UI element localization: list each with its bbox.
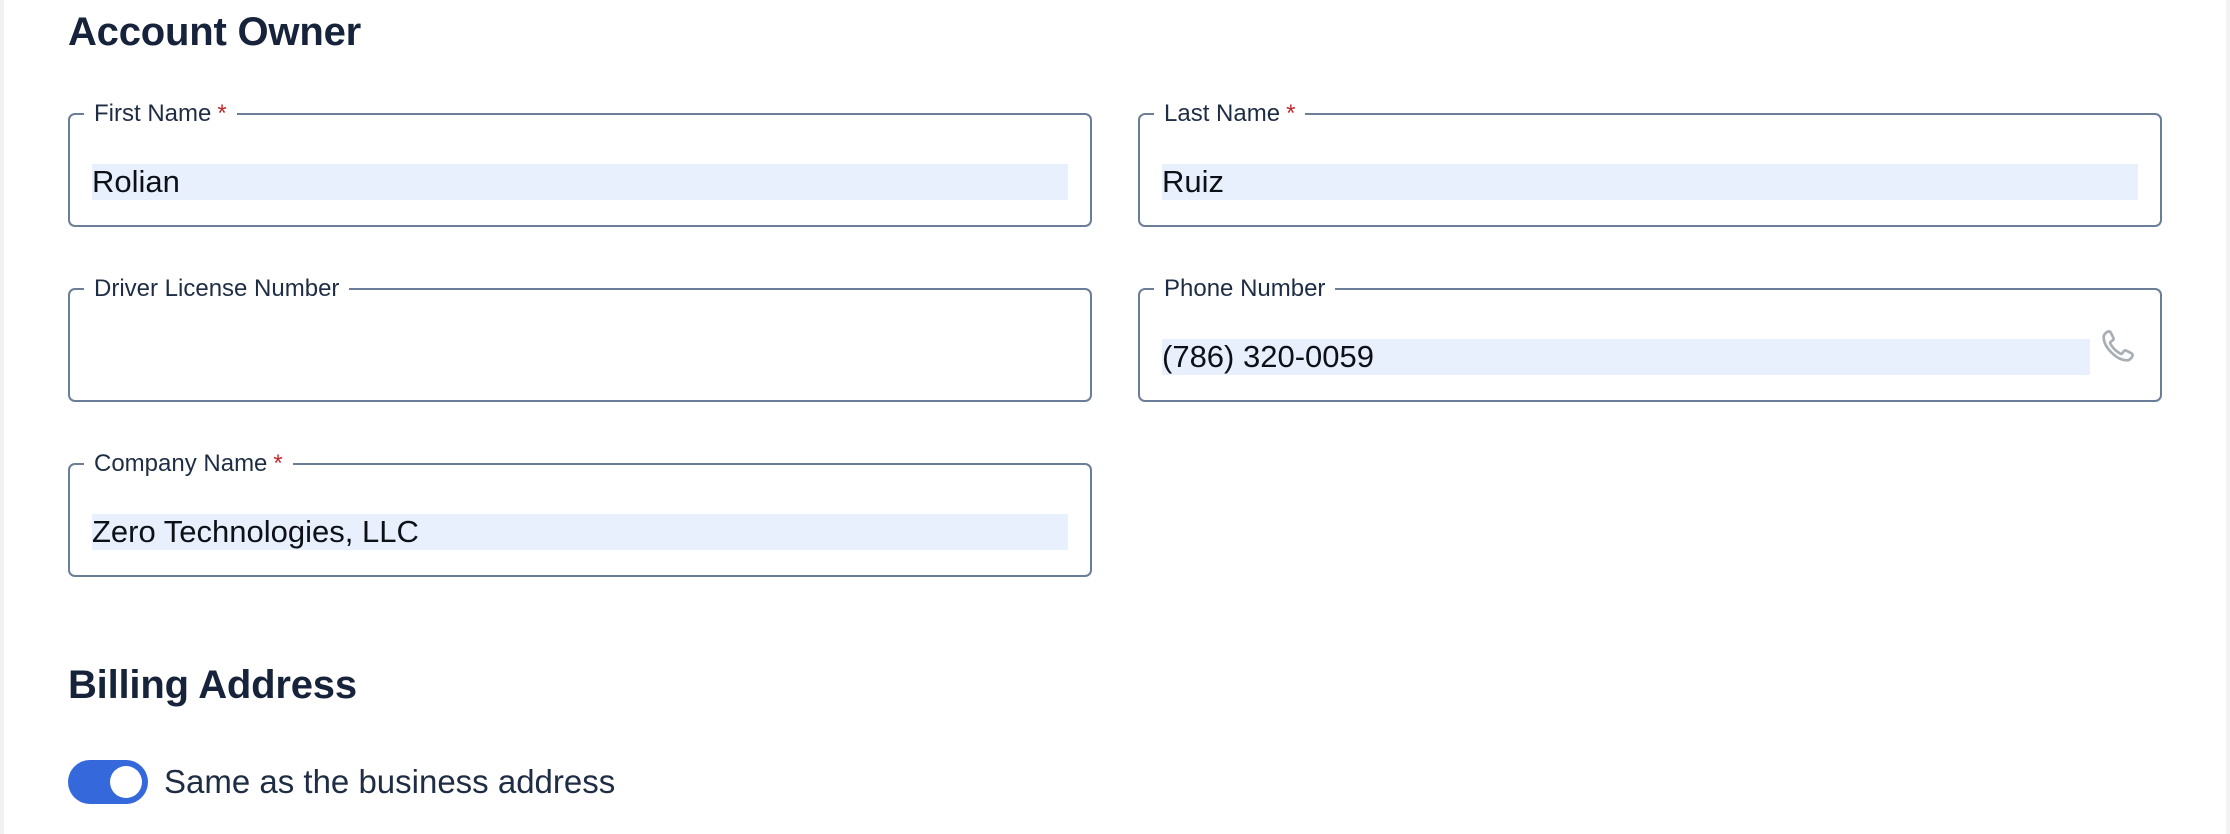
same-as-business-toggle[interactable] [68,760,148,804]
last-name-input[interactable] [1162,164,2138,200]
company-name-field[interactable]: Company Name * [68,447,1092,577]
required-marker: * [217,100,227,127]
driver-license-label: Driver License Number [84,272,350,306]
last-name-field[interactable]: Last Name * [1138,97,2162,227]
first-name-label-text: First Name [94,100,212,127]
company-name-input[interactable] [92,514,1068,550]
toggle-knob [110,766,142,798]
last-name-label-text: Last Name [1164,100,1281,127]
phone-number-field[interactable]: Phone Number [1138,272,2162,402]
driver-license-field[interactable]: Driver License Number [68,272,1092,402]
phone-number-input[interactable] [1162,339,2090,375]
last-name-label: Last Name * [1154,97,1306,131]
company-name-label-text: Company Name [94,450,268,477]
phone-number-label: Phone Number [1154,272,1336,306]
billing-address-heading: Billing Address [68,663,357,707]
driver-license-input[interactable] [92,339,1068,375]
required-marker: * [1286,100,1296,127]
first-name-label: First Name * [84,97,237,131]
phone-icon[interactable] [2098,326,2138,366]
required-marker: * [273,450,283,477]
company-name-label: Company Name * [84,447,293,481]
first-name-input[interactable] [92,164,1068,200]
same-as-business-label[interactable]: Same as the business address [164,762,615,802]
form-card: Account Owner First Name* Last Name* Dri… [4,0,2226,834]
account-owner-heading: Account Owner [68,10,361,54]
first-name-field[interactable]: First Name * [68,97,1092,227]
